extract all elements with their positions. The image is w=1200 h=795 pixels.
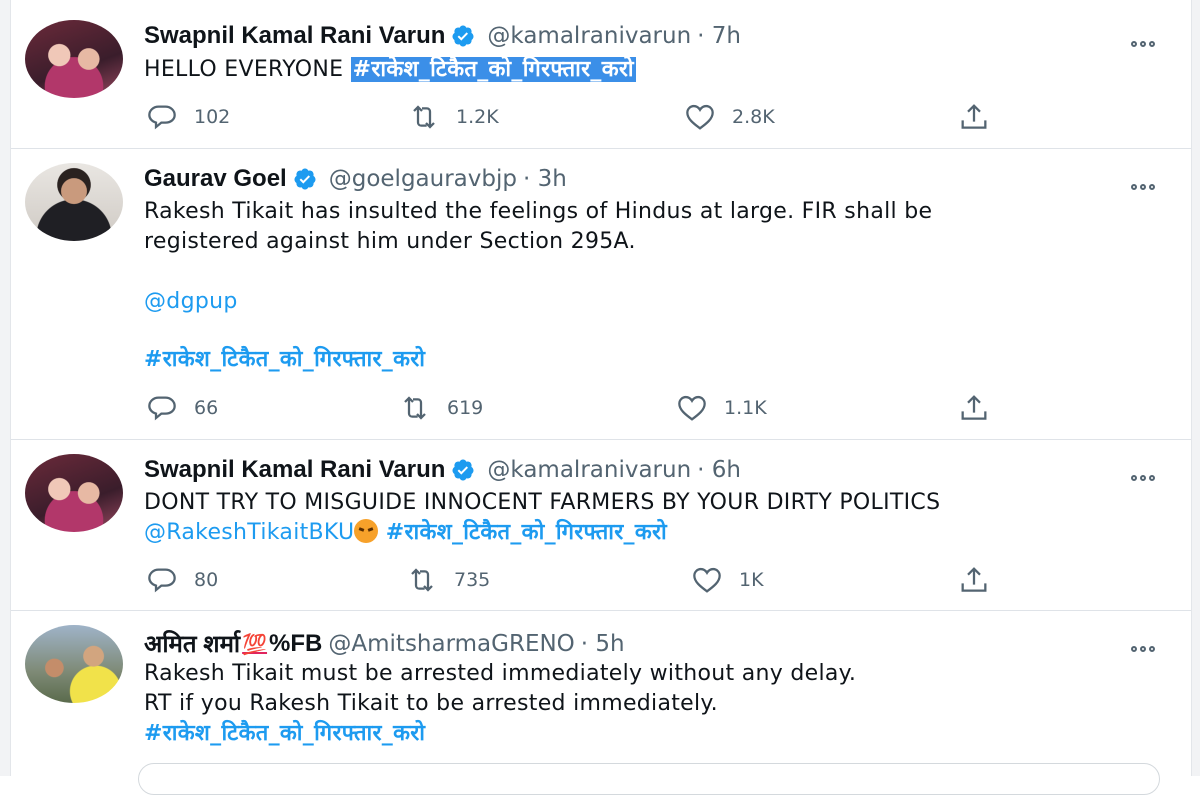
author-handle[interactable]: @kamalranivarun	[487, 457, 691, 483]
tweet-header: Gaurav Goel @goelgauravbjp · 3h	[144, 165, 567, 193]
tweet-text-line: registered against him under Section 295…	[144, 229, 636, 254]
tweet[interactable]: Gaurav Goel @goelgauravbjp · 3h Rakesh T…	[11, 149, 1191, 440]
reply-button[interactable]: 80	[146, 564, 218, 596]
reply-icon	[146, 392, 178, 424]
like-icon	[676, 392, 708, 424]
mention-link[interactable]: @dgpup	[144, 287, 238, 317]
tweet-text-line: Rakesh Tikait must be arrested immediate…	[144, 661, 857, 686]
retweet-count: 1.2K	[456, 106, 499, 128]
tweet[interactable]: Swapnil Kamal Rani Varun @kamalranivarun…	[11, 440, 1191, 611]
author-handle[interactable]: @goelgauravbjp	[329, 166, 517, 192]
reply-button[interactable]: 102	[146, 101, 230, 133]
right-frame	[1191, 0, 1200, 776]
author-handle[interactable]: @kamalranivarun	[487, 23, 691, 49]
share-icon[interactable]	[958, 564, 990, 596]
like-count: 2.8K	[732, 106, 775, 128]
author-name[interactable]: अमित शर्मा	[144, 627, 240, 660]
tweet-text-line: RT if you Rakesh Tikait to be arrested i…	[144, 691, 718, 716]
angry-face-emoji	[354, 519, 379, 543]
reply-count: 80	[194, 569, 219, 591]
tweet-text-line: Rakesh Tikait has insulted the feelings …	[144, 199, 933, 224]
avatar[interactable]	[25, 625, 123, 703]
like-button[interactable]: 1K	[691, 564, 764, 596]
hashtag-link[interactable]: #राकेश_टिकैत_को_गिरफ्तार_करो	[144, 719, 856, 749]
avatar[interactable]	[25, 454, 123, 532]
tweet-text: Rakesh Tikait must be arrested immediate…	[144, 659, 856, 749]
verified-badge-icon	[451, 458, 475, 482]
retweet-button[interactable]: 1.2K	[408, 101, 499, 133]
more-icon[interactable]	[1131, 32, 1171, 52]
retweet-icon	[406, 564, 438, 596]
retweet-icon	[399, 392, 431, 424]
tweet-time[interactable]: · 6h	[697, 457, 741, 483]
tweet-text-plain: HELLO EVERYONE	[144, 57, 344, 82]
like-count: 1.1K	[724, 397, 767, 419]
media-card[interactable]	[138, 763, 1160, 795]
reply-count: 102	[194, 106, 231, 128]
tweet-text: HELLO EVERYONE #राकेश_टिकैत_को_गिरफ्तार_…	[144, 55, 636, 85]
reply-icon	[146, 564, 178, 596]
like-icon	[691, 564, 723, 596]
tweet-time[interactable]: · 7h	[697, 23, 741, 49]
author-name-suffix[interactable]: %FB	[269, 630, 322, 658]
tweet-time[interactable]: · 3h	[523, 166, 567, 192]
tweet-header: Swapnil Kamal Rani Varun @kamalranivarun…	[144, 456, 741, 484]
hashtag-link[interactable]: #राकेश_टिकैत_को_गिरफ्तार_करो	[350, 57, 636, 82]
tweet-text: DONT TRY TO MISGUIDE INNOCENT FARMERS BY…	[144, 488, 940, 548]
retweet-count: 735	[454, 569, 491, 591]
retweet-icon	[408, 101, 440, 133]
share-icon[interactable]	[958, 392, 990, 424]
author-name[interactable]: Swapnil Kamal Rani Varun	[144, 22, 445, 50]
avatar[interactable]	[25, 163, 123, 241]
tweet[interactable]: अमित शर्मा 💯 %FB @AmitsharmaGRENO · 5h R…	[11, 611, 1191, 776]
avatar[interactable]	[25, 20, 123, 98]
reply-button[interactable]: 66	[146, 392, 218, 424]
tweet-header: Swapnil Kamal Rani Varun @kamalranivarun…	[144, 22, 741, 50]
author-handle[interactable]: @AmitsharmaGRENO	[328, 631, 574, 657]
hashtag-link[interactable]: #राकेश_टिकैत_को_गिरफ्तार_करो	[144, 345, 425, 375]
left-frame	[0, 0, 11, 776]
hashtag-link[interactable]: #राकेश_टिकैत_को_गिरफ्तार_करो	[386, 520, 667, 545]
reply-count: 66	[194, 397, 219, 419]
author-name[interactable]: Gaurav Goel	[144, 165, 287, 193]
like-button[interactable]: 1.1K	[676, 392, 767, 424]
retweet-button[interactable]: 619	[399, 392, 483, 424]
hundred-points-emoji: 💯	[242, 631, 268, 656]
tweet-time[interactable]: · 5h	[581, 631, 625, 657]
author-name[interactable]: Swapnil Kamal Rani Varun	[144, 456, 445, 484]
retweet-count: 619	[447, 397, 484, 419]
more-icon[interactable]	[1131, 637, 1171, 657]
share-icon[interactable]	[958, 101, 990, 133]
verified-badge-icon	[451, 24, 475, 48]
retweet-button[interactable]: 735	[406, 564, 490, 596]
verified-badge-icon	[293, 167, 317, 191]
like-count: 1K	[739, 569, 764, 591]
mention-link[interactable]: @RakeshTikaitBKU	[144, 520, 354, 545]
tweet-header: अमित शर्मा 💯 %FB @AmitsharmaGRENO · 5h	[144, 627, 625, 660]
tweet-text-line: DONT TRY TO MISGUIDE INNOCENT FARMERS BY…	[144, 490, 941, 515]
tweet[interactable]: Swapnil Kamal Rani Varun @kamalranivarun…	[11, 0, 1191, 149]
more-icon[interactable]	[1131, 175, 1171, 195]
reply-icon	[146, 101, 178, 133]
more-icon[interactable]	[1131, 466, 1171, 486]
like-button[interactable]: 2.8K	[684, 101, 775, 133]
like-icon	[684, 101, 716, 133]
tweet-text: Rakesh Tikait has insulted the feelings …	[144, 197, 932, 257]
